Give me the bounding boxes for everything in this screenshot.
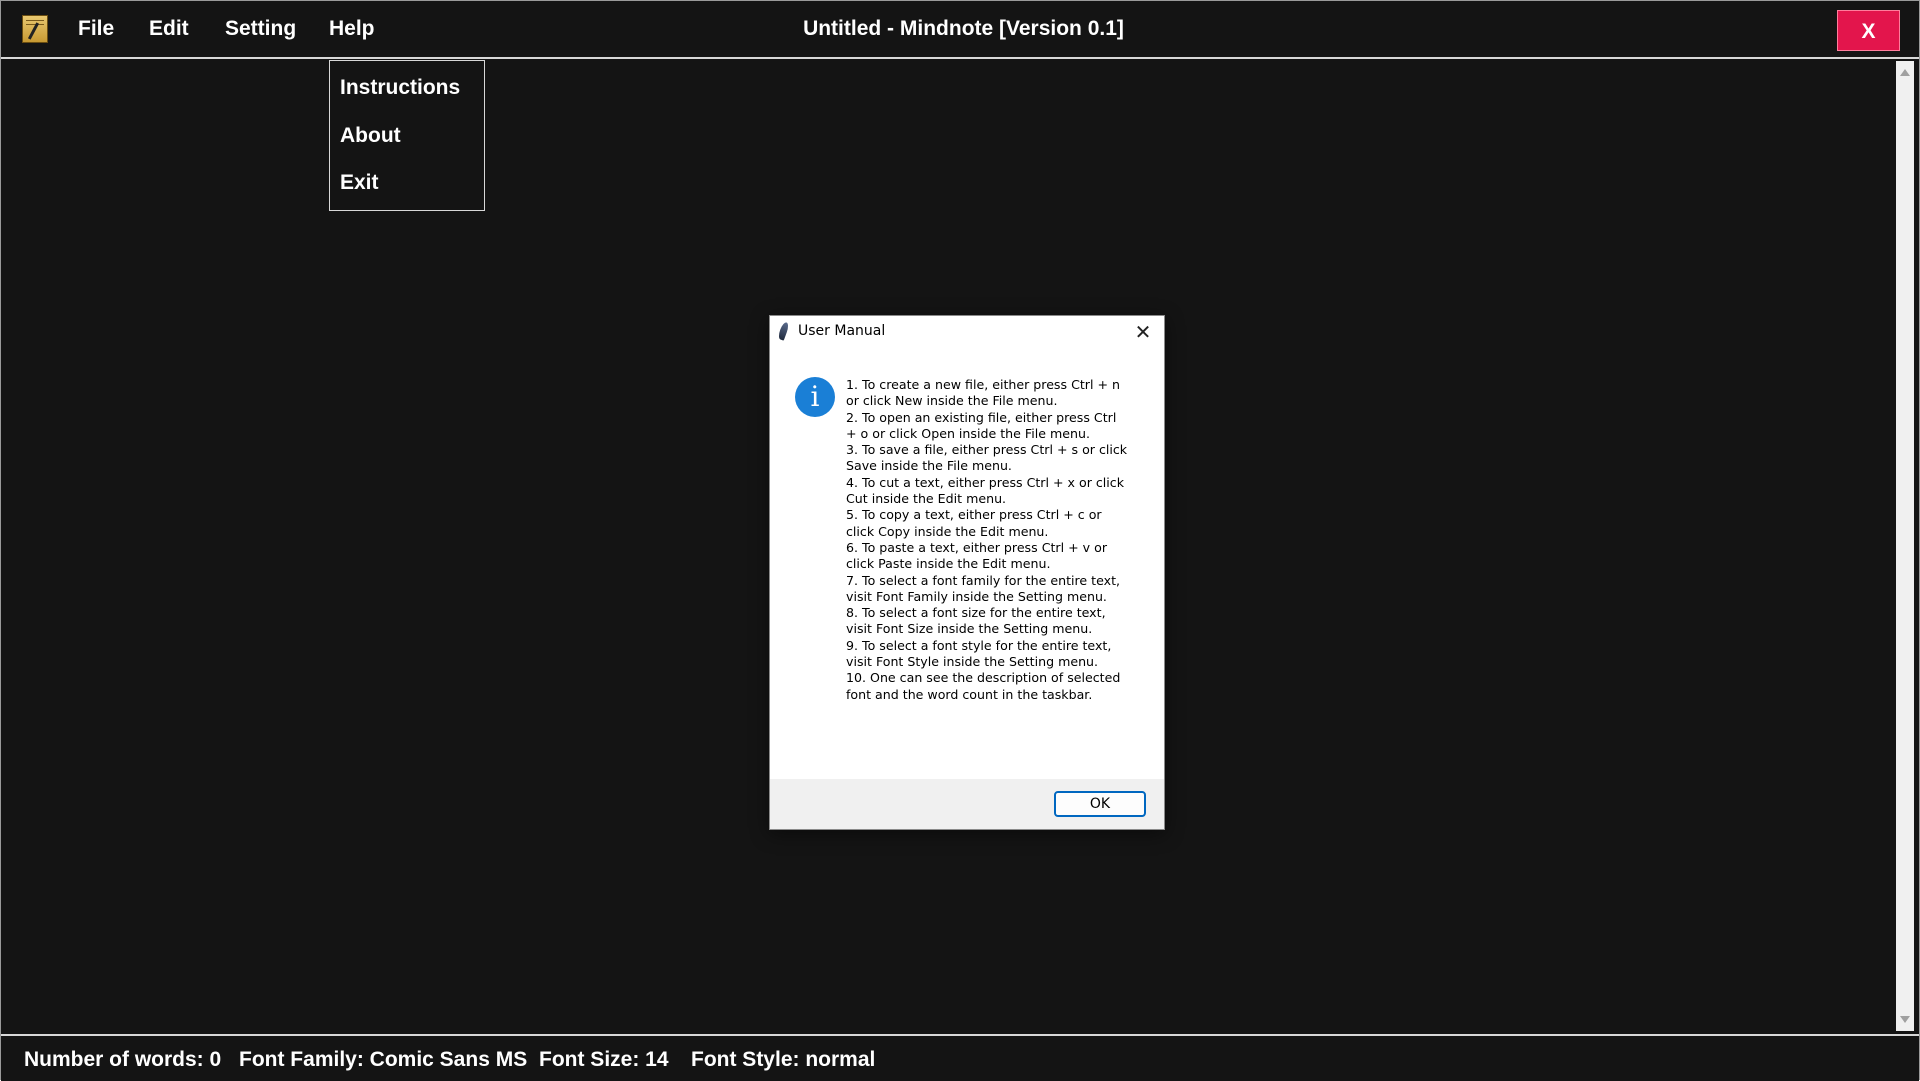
dialog-message-line: 2. To open an existing file, either pres…: [846, 409, 1117, 425]
feather-icon: [777, 321, 790, 341]
font-family-status: Font Family: Comic Sans MS: [239, 1048, 528, 1071]
dialog-message-line: click Copy inside the Edit menu.: [846, 523, 1049, 539]
app-window: File Edit Setting Help Untitled - Mindno…: [0, 0, 1920, 1081]
dialog-message-line: font and the word count in the taskbar.: [846, 686, 1093, 702]
dialog-message: 1. To create a new file, either press Ct…: [846, 377, 1146, 703]
scroll-up-arrow-icon[interactable]: [1900, 69, 1910, 76]
dialog-message-line: 8. To select a font size for the entire …: [846, 605, 1106, 621]
status-bar: Number of words: 0 Font Family: Comic Sa…: [1, 1034, 1919, 1081]
dialog-message-line: 9. To select a font style for the entire…: [846, 637, 1112, 653]
dialog-message-line: 7. To select a font family for the entir…: [846, 572, 1121, 588]
vertical-scrollbar[interactable]: [1896, 61, 1914, 1031]
scroll-down-arrow-icon[interactable]: [1900, 1016, 1910, 1023]
ok-button[interactable]: OK: [1054, 791, 1146, 817]
dialog-message-line: visit Font Size inside the Setting menu.: [846, 621, 1093, 637]
dialog-message-line: + o or click Open inside the File menu.: [846, 425, 1090, 441]
dialog-message-line: 3. To save a file, either press Ctrl + s…: [846, 442, 1128, 458]
dialog-message-line: 4. To cut a text, either press Ctrl + x …: [846, 474, 1125, 490]
dialog-message-line: Save inside the File menu.: [846, 458, 1012, 474]
user-manual-dialog: User Manual ✕ i 1. To create a new file,…: [769, 315, 1165, 830]
close-button[interactable]: X: [1837, 10, 1900, 51]
dialog-message-line: click Paste inside the Edit menu.: [846, 556, 1051, 572]
font-style-status: Font Style: normal: [691, 1048, 876, 1071]
dialog-footer: OK: [770, 779, 1164, 829]
dialog-message-line: visit Font Style inside the Setting menu…: [846, 654, 1099, 670]
dialog-message-line: 1. To create a new file, either press Ct…: [846, 377, 1121, 392]
window-title: Untitled - Mindnote [Version 0.1]: [803, 17, 1124, 40]
dialog-titlebar[interactable]: User Manual ✕: [770, 316, 1164, 348]
dialog-title: User Manual: [798, 323, 886, 339]
word-count: Number of words: 0: [24, 1048, 222, 1071]
info-icon: i: [795, 377, 835, 417]
font-size-status: Font Size: 14: [539, 1048, 669, 1071]
dialog-message-line: 10. One can see the description of selec…: [846, 670, 1121, 686]
dialog-message-line: Cut inside the Edit menu.: [846, 491, 1007, 507]
dialog-message-line: 6. To paste a text, either press Ctrl + …: [846, 539, 1107, 555]
dialog-close-icon[interactable]: ✕: [1126, 318, 1160, 346]
dialog-message-line: visit Font Family inside the Setting men…: [846, 588, 1107, 604]
dialog-message-line: or click New inside the File menu.: [846, 393, 1058, 409]
title-menu-bar: File Edit Setting Help Untitled - Mindno…: [1, 1, 1919, 59]
dialog-message-line: 5. To copy a text, either press Ctrl + c…: [846, 507, 1102, 523]
